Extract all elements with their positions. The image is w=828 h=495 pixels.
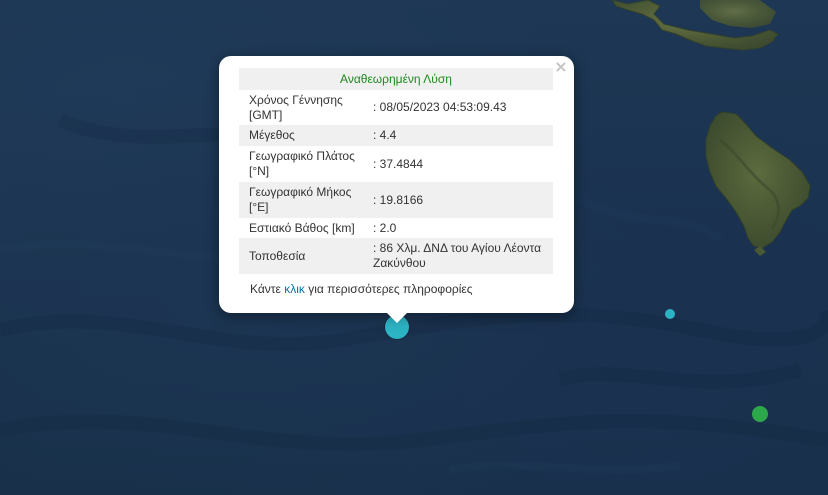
table-row: Γεωγραφικό Μήκος [°E] : 19.8166 (239, 182, 553, 218)
popup-footer: Κάντε κλικ για περισσότερες πληροφορίες (250, 282, 473, 296)
table-row: Γεωγραφικό Πλάτος [°N] : 37.4844 (239, 146, 553, 182)
longitude-label: Γεωγραφικό Μήκος [°E] (239, 182, 363, 218)
popup-pointer (385, 311, 409, 323)
earthquake-info-popup: × Αναθεωρημένη Λύση Χρόνος Γέννησης [GMT… (219, 56, 574, 313)
footer-text-before: Κάντε (250, 282, 285, 296)
footer-text-after: για περισσότερες πληροφορίες (304, 282, 473, 296)
depth-label: Εστιακό Βάθος [km] (249, 220, 355, 235)
more-info-link[interactable]: κλικ (284, 282, 305, 296)
earthquake-marker-green[interactable] (752, 406, 768, 422)
origin-time-value: : 08/05/2023 04:53:09.43 (373, 100, 507, 114)
origin-time-label: Χρόνος Γέννησης [GMT] (249, 92, 343, 122)
earthquake-details-table: Αναθεωρημένη Λύση Χρόνος Γέννησης [GMT] … (239, 68, 553, 274)
longitude-value: : 19.8166 (363, 182, 553, 218)
location-value: : 86 Χλμ. ΔΝΔ του Αγίου Λέοντα Ζακύνθου (363, 238, 553, 274)
magnitude-value: : 4.4 (363, 125, 553, 146)
map-view[interactable]: × Αναθεωρημένη Λύση Χρόνος Γέννησης [GMT… (0, 0, 828, 495)
popup-heading-row: Αναθεωρημένη Λύση (239, 68, 553, 90)
table-row: Χρόνος Γέννησης [GMT] : 08/05/2023 04:53… (239, 90, 553, 125)
earthquake-marker-small[interactable] (665, 309, 675, 319)
table-row: Μέγεθος : 4.4 (239, 125, 553, 146)
latitude-value: : 37.4844 (373, 156, 424, 171)
popup-heading: Αναθεωρημένη Λύση (239, 68, 553, 90)
depth-value: : 2.0 (373, 220, 397, 235)
latitude-label: Γεωγραφικό Πλάτος [°N] (249, 149, 355, 178)
close-icon[interactable]: × (553, 58, 569, 76)
location-label: Τοποθεσία (239, 238, 363, 274)
table-row: Τοποθεσία : 86 Χλμ. ΔΝΔ του Αγίου Λέοντα… (239, 238, 553, 274)
table-row: Εστιακό Βάθος [km] : 2.0 (239, 218, 553, 238)
magnitude-label: Μέγεθος (239, 125, 363, 146)
